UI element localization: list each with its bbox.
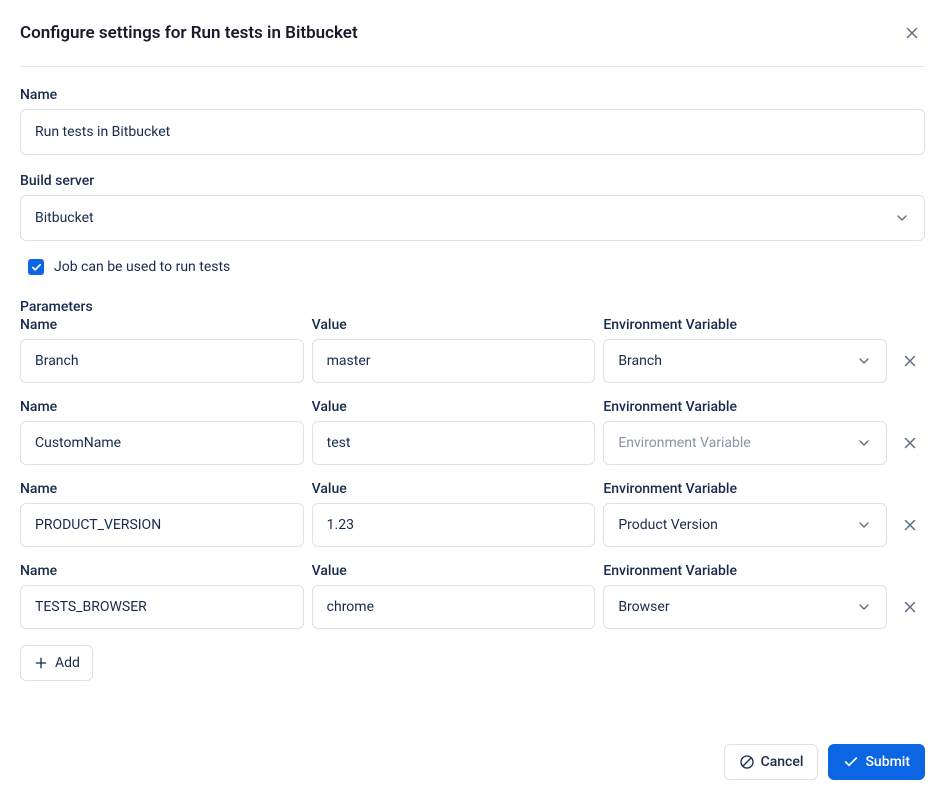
add-button[interactable]: Add (20, 645, 93, 681)
param-name-label: Name (20, 317, 304, 333)
cancel-button-label: Cancel (761, 754, 804, 770)
run-tests-checkbox[interactable] (28, 259, 44, 275)
param-name-label: Name (20, 563, 304, 579)
param-name-input[interactable] (20, 585, 304, 629)
close-icon (901, 352, 919, 370)
param-env-label: Environment Variable (603, 563, 887, 579)
name-input[interactable] (20, 109, 925, 155)
param-name-input[interactable] (20, 503, 304, 547)
param-name-input[interactable] (20, 421, 304, 465)
run-tests-checkbox-row: Job can be used to run tests (28, 259, 925, 275)
close-button[interactable] (899, 20, 925, 46)
dialog-title: Configure settings for Run tests in Bitb… (20, 23, 358, 43)
add-button-label: Add (55, 655, 80, 671)
cancel-icon (739, 754, 755, 770)
remove-param-button[interactable] (895, 421, 925, 465)
close-icon (901, 434, 919, 452)
param-env-select[interactable]: Environment Variable (603, 421, 887, 465)
param-name-label: Name (20, 481, 304, 497)
remove-param-button[interactable] (895, 585, 925, 629)
check-icon (31, 262, 42, 273)
param-env-value: Product Version (618, 517, 718, 533)
param-env-label: Environment Variable (603, 317, 887, 333)
chevron-down-icon (856, 517, 872, 533)
param-value-input[interactable] (312, 585, 596, 629)
param-value-label: Value (312, 317, 596, 333)
chevron-down-icon (856, 435, 872, 451)
chevron-down-icon (894, 210, 910, 226)
name-field-group: Name (20, 87, 925, 155)
parameter-row: Name Value Environment Variable Environment… (20, 399, 925, 465)
param-env-value: Browser (618, 599, 669, 615)
build-server-select[interactable]: Bitbucket (20, 195, 925, 241)
remove-param-button[interactable] (895, 503, 925, 547)
remove-param-button[interactable] (895, 339, 925, 383)
param-value-input[interactable] (312, 421, 596, 465)
dialog-footer: Cancel Submit (724, 744, 925, 780)
check-icon (843, 754, 859, 770)
submit-button-label: Submit (865, 754, 910, 770)
close-icon (901, 598, 919, 616)
build-server-field-group: Build server Bitbucket (20, 173, 925, 241)
close-icon (901, 516, 919, 534)
run-tests-checkbox-label: Job can be used to run tests (54, 259, 230, 275)
plus-icon (33, 655, 49, 671)
build-server-label: Build server (20, 173, 925, 189)
chevron-down-icon (856, 599, 872, 615)
dialog-header: Configure settings for Run tests in Bitb… (20, 20, 925, 67)
param-env-label: Environment Variable (603, 399, 887, 415)
param-env-value: Environment Variable (618, 435, 750, 451)
build-server-value: Bitbucket (35, 210, 94, 226)
param-name-label: Name (20, 399, 304, 415)
param-env-label: Environment Variable (603, 481, 887, 497)
parameter-row: Name Value Environment Variable Branch (20, 317, 925, 383)
submit-button[interactable]: Submit (828, 744, 925, 780)
cancel-button[interactable]: Cancel (724, 744, 819, 780)
parameter-row: Name Value Environment Variable Product Ver… (20, 481, 925, 547)
param-env-select[interactable]: Branch (603, 339, 887, 383)
param-value-input[interactable] (312, 339, 596, 383)
param-env-select[interactable]: Product Version (603, 503, 887, 547)
param-env-value: Branch (618, 353, 662, 369)
name-label: Name (20, 87, 925, 103)
param-value-label: Value (312, 481, 596, 497)
parameters-section-title: Parameters (20, 299, 925, 315)
param-name-input[interactable] (20, 339, 304, 383)
parameter-row: Name Value Environment Variable Browser (20, 563, 925, 629)
close-icon (903, 24, 921, 42)
param-env-select[interactable]: Browser (603, 585, 887, 629)
chevron-down-icon (856, 353, 872, 369)
param-value-input[interactable] (312, 503, 596, 547)
param-value-label: Value (312, 399, 596, 415)
param-value-label: Value (312, 563, 596, 579)
